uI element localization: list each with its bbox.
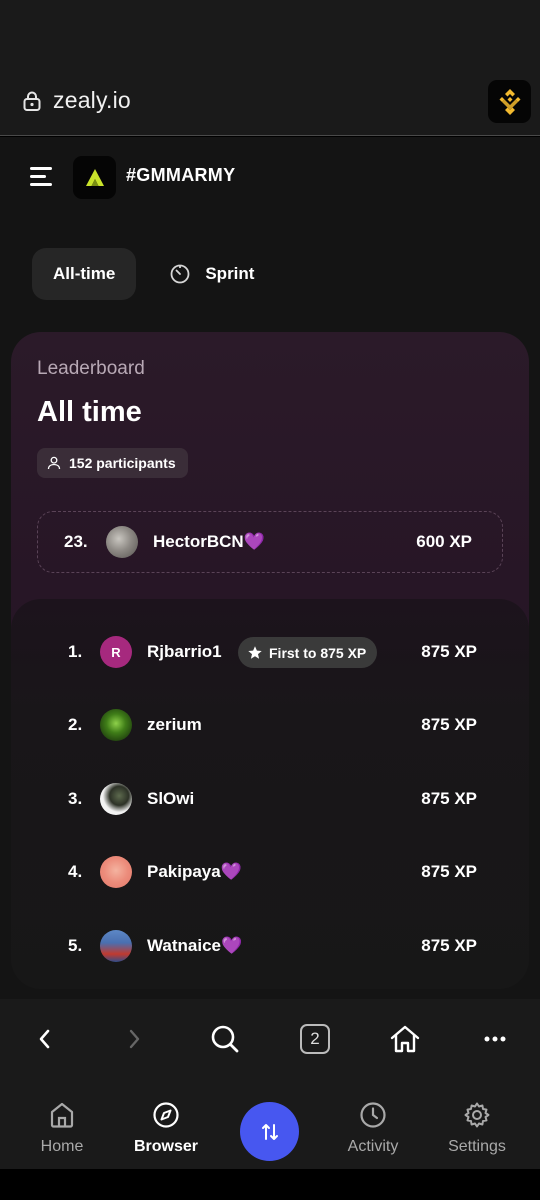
tab-sprint[interactable]: Sprint <box>150 248 273 300</box>
community-header: #GMMARMY <box>0 137 540 217</box>
nav-settings[interactable]: Settings <box>427 1101 527 1156</box>
timer-icon <box>170 264 190 284</box>
nav-activity[interactable]: Activity <box>323 1101 423 1156</box>
table-row[interactable]: 3. SlOwi 875 XP <box>11 769 529 829</box>
avatar <box>100 856 132 888</box>
search-button[interactable] <box>208 1019 242 1059</box>
nav-label: Activity <box>347 1138 399 1155</box>
web-page: #GMMARMY All-time Sprint Leaderboard All… <box>0 137 540 999</box>
search-icon <box>211 1025 239 1053</box>
xp-value: 875 XP <box>421 936 477 955</box>
leaderboard-list: 1. R Rjbarrio1 First to 875 XP 875 XP 2.… <box>11 599 529 989</box>
wallet-button[interactable] <box>488 80 531 123</box>
table-row[interactable]: 4. Pakipaya💜 875 XP <box>11 842 529 902</box>
user-name: HectorBCN💜 <box>153 532 265 551</box>
xp-value: 600 XP <box>416 532 472 551</box>
rank: 1. <box>68 642 83 661</box>
lock-icon <box>23 91 41 111</box>
compass-icon <box>153 1102 179 1128</box>
menu-icon[interactable] <box>30 167 54 187</box>
browser-toolbar: 2 <box>0 999 540 1079</box>
tab-all-time[interactable]: All-time <box>32 248 137 300</box>
user-icon <box>47 456 61 470</box>
more-button[interactable] <box>478 1019 512 1059</box>
avatar <box>100 930 132 962</box>
chevron-right-icon <box>129 1029 140 1049</box>
user-name: Rjbarrio1 <box>147 642 222 661</box>
avatar <box>100 783 132 815</box>
rank: 5. <box>68 936 83 955</box>
rank: 2. <box>68 715 83 734</box>
nav-label: Settings <box>448 1138 506 1155</box>
rank: 4. <box>68 862 83 881</box>
community-name: #GMMARMY <box>126 165 236 185</box>
swap-button[interactable] <box>240 1102 299 1161</box>
achievement-badge: First to 875 XP <box>238 637 378 668</box>
swap-icon <box>261 1123 278 1140</box>
xp-value: 875 XP <box>421 715 477 734</box>
participants-count: 152 participants <box>69 455 176 471</box>
home-icon <box>50 1102 74 1128</box>
avatar <box>106 526 138 558</box>
avatar <box>100 709 132 741</box>
more-icon <box>484 1036 506 1042</box>
my-rank-row[interactable]: 23. HectorBCN💜 600 XP <box>37 511 503 573</box>
table-row[interactable]: 5. Watnaice💜 875 XP <box>11 916 529 976</box>
tab-label: Sprint <box>205 264 255 283</box>
rank: 23. <box>64 532 88 551</box>
user-name: Pakipaya💜 <box>147 862 242 881</box>
nav-browser[interactable]: Browser <box>116 1101 216 1156</box>
status-bar <box>0 0 540 66</box>
user-name: SlOwi <box>147 789 195 808</box>
table-row[interactable]: 1. R Rjbarrio1 First to 875 XP 875 XP <box>11 622 529 682</box>
home-button[interactable] <box>388 1019 422 1059</box>
bottom-navigation: Home Browser Activity Settings <box>0 1079 540 1169</box>
forward-button[interactable] <box>119 1019 149 1059</box>
leaderboard-tabs: All-time Sprint <box>32 248 273 300</box>
nav-home[interactable]: Home <box>12 1101 112 1156</box>
url-text[interactable]: zealy.io <box>53 87 131 114</box>
chevron-left-icon <box>39 1029 50 1049</box>
participants-badge: 152 participants <box>37 448 188 478</box>
gear-icon <box>464 1102 490 1128</box>
avatar: R <box>100 636 132 668</box>
nav-label: Browser <box>133 1138 199 1155</box>
star-icon <box>248 645 262 659</box>
tab-label: All-time <box>53 264 116 283</box>
leaderboard-label: Leaderboard <box>37 358 145 379</box>
house-icon <box>390 1025 420 1053</box>
table-row[interactable]: 2. zerium 875 XP <box>11 695 529 755</box>
avatar-letter: R <box>111 644 121 660</box>
badge-label: First to 875 XP <box>269 644 367 661</box>
system-nav-bar <box>0 1169 540 1200</box>
tab-count: 2 <box>300 1024 330 1054</box>
bnb-logo-icon <box>499 88 520 115</box>
back-button[interactable] <box>30 1019 60 1059</box>
address-bar[interactable]: zealy.io <box>0 66 540 136</box>
community-logo[interactable] <box>73 156 116 199</box>
user-name: Watnaice💜 <box>147 936 243 955</box>
user-name: zerium <box>147 715 202 734</box>
xp-value: 875 XP <box>421 862 477 881</box>
rank: 3. <box>68 789 83 808</box>
leaderboard-title: All time <box>37 396 142 428</box>
clock-icon <box>360 1102 386 1128</box>
tabs-button[interactable]: 2 <box>298 1019 332 1059</box>
community-logo-icon <box>85 168 104 186</box>
nav-label: Home <box>40 1138 84 1155</box>
xp-value: 875 XP <box>421 642 477 661</box>
xp-value: 875 XP <box>421 789 477 808</box>
